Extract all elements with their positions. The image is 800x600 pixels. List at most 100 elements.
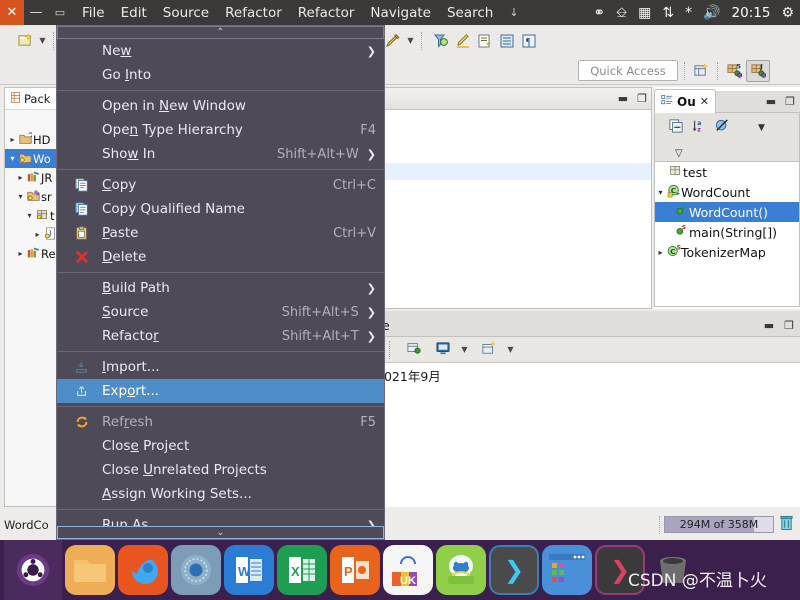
menu-navigate[interactable]: Navigate [370, 5, 431, 21]
dropbox-icon[interactable]: ⚭ [593, 6, 605, 20]
dock-item-word[interactable]: W [224, 545, 274, 595]
tree-item[interactable]: ▾ sr [5, 187, 59, 206]
expand-arrow-icon[interactable]: ▸ [15, 173, 26, 182]
maximize-icon[interactable]: ▭ [48, 0, 72, 25]
collapse-arrow-icon[interactable]: ▾ [655, 188, 666, 197]
tree-item[interactable]: ▸ Re [5, 244, 59, 263]
menu-scroll-up[interactable]: ⌃ [57, 26, 384, 39]
dock-item-files[interactable] [65, 545, 115, 595]
menu-overflow-icon[interactable]: ↓ [509, 6, 518, 19]
menu-edit[interactable]: Edit [121, 5, 147, 21]
quick-access-input[interactable]: Quick Access [578, 60, 678, 81]
menu-item-open-type-hierarchy[interactable]: Open Type Hierarchy F4 [57, 118, 384, 142]
collapse-arrow-icon[interactable]: ▾ [24, 211, 35, 220]
tab-outline[interactable]: Ou ✕ [654, 89, 716, 113]
menu-item-import[interactable]: Import... [57, 355, 384, 379]
collapse-arrow-icon[interactable]: ▾ [15, 192, 26, 201]
console-dropdown-icon[interactable]: ▼ [458, 339, 471, 361]
tree-item-selected[interactable]: ▾ Wo [5, 149, 59, 168]
resource-perspective-icon[interactable]: 5 [722, 60, 746, 82]
sort-icon[interactable]: az [692, 118, 706, 137]
expand-arrow-icon[interactable]: ▸ [655, 248, 666, 257]
menu-item-show-in[interactable]: Show In Shift+Alt+W ❯ [57, 142, 384, 166]
menu-item-close-project[interactable]: Close Project [57, 434, 384, 458]
new-wizard-icon[interactable] [14, 30, 36, 52]
menu-item-build-path[interactable]: Build Path ❯ [57, 276, 384, 300]
tree-item[interactable]: ▸ JR [5, 168, 59, 187]
outline-item[interactable]: ▸ CS TokenizerMap [655, 242, 799, 262]
dock-item-excel[interactable]: X [277, 545, 327, 595]
tab-package-explorer[interactable]: Pack [5, 88, 59, 110]
dock-item-rhythmbox[interactable] [171, 545, 221, 595]
menu-search[interactable]: Search [447, 5, 493, 21]
new-console-dropdown-icon[interactable]: ▼ [504, 339, 517, 361]
menu-file[interactable]: File [82, 5, 105, 21]
calendar-icon[interactable]: ▦ [638, 6, 651, 20]
outline-minimize-icon[interactable]: ▬ [766, 95, 776, 108]
menu-item-copy-qualified-name[interactable]: Copy Qualified Name [57, 197, 384, 221]
clock[interactable]: 20:15 [732, 5, 771, 21]
menu-item-new[interactable]: New ❯ [57, 39, 384, 63]
outline-item[interactable]: S main(String[]) [655, 222, 799, 242]
show-whitespace-icon[interactable]: ¶ [518, 30, 540, 52]
dock-item-software-center[interactable] [436, 545, 486, 595]
tree-item[interactable]: ▾ t [5, 206, 59, 225]
outline-item[interactable]: test [655, 162, 799, 182]
view-menu-icon[interactable]: ▼ [758, 123, 765, 133]
dock-item-app-window[interactable] [542, 545, 592, 595]
menu-item-refresh[interactable]: Refresh F5 [57, 410, 384, 434]
expand-arrow-icon[interactable]: ▸ [7, 135, 18, 144]
menu-item-go-into[interactable]: Go Into [57, 63, 384, 87]
menu-item-source[interactable]: Source Shift+Alt+S ❯ [57, 300, 384, 324]
menu-refactor-2[interactable]: Refactor [298, 5, 355, 21]
minimize-icon[interactable]: — [24, 0, 48, 25]
menu-item-copy[interactable]: Copy Ctrl+C [57, 173, 384, 197]
editor-minimize-icon[interactable]: ▬ [618, 92, 628, 105]
tree-item[interactable]: ▸ J [5, 225, 59, 244]
highlight-icon[interactable] [452, 30, 474, 52]
java-perspective-icon[interactable]: J [746, 59, 770, 82]
dock-item-ubuntu-dash[interactable] [4, 540, 62, 600]
new-console-icon[interactable] [482, 340, 496, 359]
menu-item-assign-working-sets[interactable]: Assign Working Sets... [57, 482, 384, 506]
next-annotation-icon[interactable] [474, 30, 496, 52]
trash-icon[interactable] [779, 515, 794, 534]
hide-fields-icon[interactable] [715, 118, 729, 137]
toggle-block-selection-icon[interactable] [496, 30, 518, 52]
annotation-icon[interactable] [382, 30, 404, 52]
annotation-dropdown-icon[interactable]: ▼ [404, 30, 417, 52]
expand-arrow-icon[interactable]: ▸ [32, 230, 43, 239]
menu-item-export[interactable]: Export... [57, 379, 384, 403]
menu-item-close-unrelated-projects[interactable]: Close Unrelated Projects [57, 458, 384, 482]
open-console-icon[interactable] [407, 340, 421, 359]
menu-item-paste[interactable]: Paste Ctrl+V [57, 221, 384, 245]
editor-maximize-icon[interactable]: ❐ [637, 92, 647, 105]
console-view-icon[interactable] [436, 340, 450, 359]
outline-maximize-icon[interactable]: ❐ [785, 95, 795, 108]
menu-item-delete[interactable]: Delete [57, 245, 384, 269]
bluetooth-icon[interactable]: * [685, 6, 692, 20]
menu-source[interactable]: Source [163, 5, 209, 21]
heap-monitor[interactable]: 294M of 358M [664, 516, 774, 533]
dock-item-terminal[interactable]: ❯ [489, 545, 539, 595]
search-icon[interactable] [430, 30, 452, 52]
menu-scroll-down[interactable]: ⌄ [57, 526, 384, 539]
close-icon[interactable]: ✕ [0, 0, 24, 25]
menu-item-open-in-new-window[interactable]: Open in New Window [57, 94, 384, 118]
expand-arrow-icon[interactable]: ▸ [15, 249, 26, 258]
dock-item-powerpoint[interactable]: P [330, 545, 380, 595]
console-maximize-icon[interactable]: ❐ [784, 319, 794, 332]
volume-icon[interactable]: 🔊 [703, 6, 720, 20]
network-icon[interactable]: ⇅ [662, 6, 674, 20]
close-icon[interactable]: ✕ [700, 95, 709, 108]
dock-item-ukui-store[interactable]: UK [383, 545, 433, 595]
outline-item[interactable]: ▾ C WordCount [655, 182, 799, 202]
outline-item-selected[interactable]: c WordCount() [655, 202, 799, 222]
open-perspective-icon[interactable] [689, 60, 713, 82]
menu-refactor[interactable]: Refactor [225, 5, 282, 21]
tree-item[interactable]: ▸ HD [5, 130, 59, 149]
more-icon[interactable]: ▽ [675, 148, 683, 159]
collapse-all-icon[interactable] [669, 118, 683, 137]
keyboard-icon[interactable]: ⎒ [616, 6, 627, 20]
new-wizard-dropdown-icon[interactable]: ▼ [36, 30, 49, 52]
